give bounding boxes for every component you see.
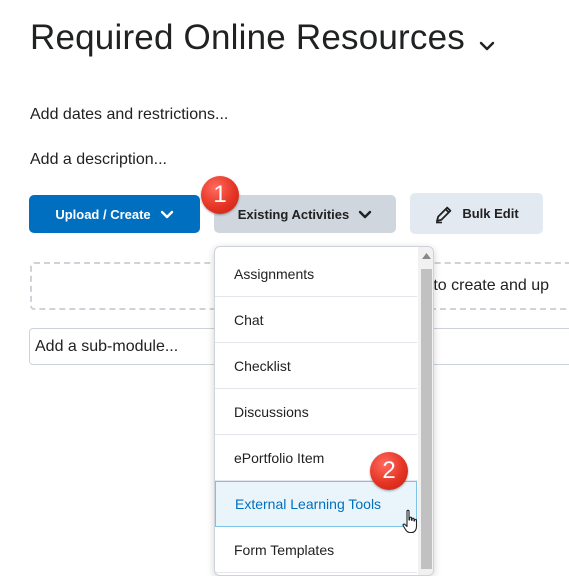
scroll-up-arrow-icon[interactable]	[422, 253, 431, 259]
chevron-down-icon[interactable]	[478, 40, 496, 52]
hand-pointer-icon	[402, 509, 418, 534]
sub-module-placeholder: Add a sub-module...	[35, 338, 179, 355]
add-dates-link[interactable]: Add dates and restrictions...	[30, 106, 228, 124]
pencil-icon	[436, 206, 452, 223]
menu-item-discussions[interactable]: Discussions	[215, 389, 417, 435]
menu-scrollbar-thumb[interactable]	[421, 269, 432, 569]
existing-activities-button[interactable]: Existing Activities	[214, 195, 396, 233]
menu-item-assignments[interactable]: Assignments	[215, 251, 417, 297]
bulk-edit-button[interactable]: Bulk Edit	[410, 193, 543, 234]
menu-item-checklist[interactable]: Checklist	[215, 343, 417, 389]
page-title: Required Online Resources	[30, 18, 465, 57]
drop-zone-text: e to create and up	[420, 277, 549, 294]
upload-create-label: Upload / Create	[55, 206, 151, 222]
menu-item-chat[interactable]: Chat	[215, 297, 417, 343]
upload-create-button[interactable]: Upload / Create	[29, 195, 200, 233]
step-2-badge: 2	[370, 452, 408, 490]
step-1-badge: 1	[201, 176, 239, 214]
add-description-link[interactable]: Add a description...	[30, 151, 167, 169]
bulk-edit-label: Bulk Edit	[462, 206, 519, 221]
existing-activities-menu: Assignments Chat Checklist Discussions e…	[214, 246, 434, 576]
chevron-down-icon	[160, 210, 173, 218]
menu-item-form-templates[interactable]: Form Templates	[215, 527, 417, 573]
chevron-down-icon	[359, 210, 372, 218]
existing-activities-label: Existing Activities	[237, 206, 350, 222]
